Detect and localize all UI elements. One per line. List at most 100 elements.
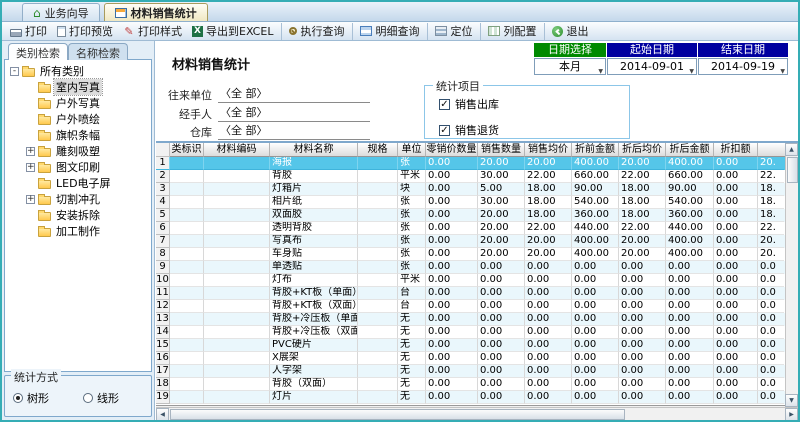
column-header[interactable]: 折后金额: [666, 143, 714, 157]
table-row[interactable]: 8 车身贴 张 0.00 20.00 20.00 400.00 20.00 40…: [156, 248, 798, 261]
table-cell: [204, 378, 270, 391]
table-row[interactable]: 10 灯布 平米 0.00 0.00 0.00 0.00 0.00 0.00: [156, 274, 798, 287]
column-header[interactable]: [156, 143, 170, 157]
scroll-up-icon[interactable]: ▲: [785, 143, 798, 156]
toolbar-button[interactable]: 导出到EXCEL: [187, 23, 282, 40]
table-row[interactable]: 2 背胶 平米 0.00 30.00 22.00 660.00 22.00 66…: [156, 170, 798, 183]
tree-expander-icon[interactable]: [26, 147, 35, 156]
tree-expander-icon[interactable]: [26, 163, 35, 172]
table-cell: [204, 183, 270, 196]
handler-field[interactable]: 〈全 部〉: [218, 104, 370, 122]
table-row[interactable]: 12 背胶+KT板（双面） 台 0.00 0.00 0.00 0.00 0.00…: [156, 300, 798, 313]
horizontal-scroll-thumb[interactable]: [170, 409, 625, 420]
column-header[interactable]: 折前金额: [572, 143, 619, 157]
scroll-right-icon[interactable]: ▶: [785, 408, 798, 420]
column-header[interactable]: 单位: [398, 143, 426, 157]
table-cell: PVC硬片: [270, 339, 358, 352]
tree-item-label: 雕刻吸塑: [54, 143, 102, 159]
start-date-dropdown[interactable]: 2014-09-01 ▼: [607, 58, 697, 75]
table-cell: 0.00: [572, 326, 619, 339]
table-row[interactable]: 5 双面胶 张 0.00 20.00 18.00 360.00 18.00 36…: [156, 209, 798, 222]
stats-mode-radio[interactable]: 线形: [83, 390, 119, 406]
end-date-dropdown[interactable]: 2014-09-19 ▼: [698, 58, 788, 75]
table-row[interactable]: 11 背胶+KT板（单面） 台 0.00 0.00 0.00 0.00 0.00…: [156, 287, 798, 300]
table-cell: 0.00: [426, 300, 478, 313]
tab-business-wizard[interactable]: 业务向导: [22, 3, 100, 21]
tree-item[interactable]: 室内写真: [5, 79, 151, 95]
table-row[interactable]: 14 背胶+冷压板（双面） 无 0.00 0.00 0.00 0.00 0.00…: [156, 326, 798, 339]
table-row[interactable]: 17 人字架 无 0.00 0.00 0.00 0.00 0.00 0.00: [156, 365, 798, 378]
table-row[interactable]: 3 灯箱片 块 0.00 5.00 18.00 90.00 18.00 90.0…: [156, 183, 798, 196]
stat-item-checkbox[interactable]: 销售退货: [439, 122, 629, 138]
row-number-cell: 1: [156, 157, 170, 170]
table-cell: 20.00: [619, 157, 666, 170]
table-row[interactable]: 19 灯片 无 0.00 0.00 0.00 0.00 0.00 0.00: [156, 391, 798, 404]
tree-item[interactable]: 切割冲孔: [5, 191, 151, 207]
tree-expander-icon[interactable]: [10, 67, 19, 76]
tree-item[interactable]: 所有类别: [5, 63, 151, 79]
tree-item[interactable]: LED电子屏: [5, 175, 151, 191]
tree-item[interactable]: 户外写真: [5, 95, 151, 111]
column-header[interactable]: 销售数量: [478, 143, 525, 157]
toolbar-button[interactable]: 退出: [547, 23, 593, 40]
table-row[interactable]: 7 写真布 张 0.00 20.00 20.00 400.00 20.00 40…: [156, 235, 798, 248]
table-cell: [204, 300, 270, 313]
table-row[interactable]: 15 PVC硬片 无 0.00 0.00 0.00 0.00 0.00 0.00: [156, 339, 798, 352]
column-header[interactable]: 零销价数量: [426, 143, 478, 157]
table-cell: [204, 222, 270, 235]
table-cell: 0.00: [619, 313, 666, 326]
table-cell: 20.00: [525, 157, 572, 170]
toolbar-button[interactable]: 定位: [430, 23, 481, 40]
tree-expander-icon[interactable]: [26, 195, 35, 204]
table-cell: 0.00: [572, 391, 619, 404]
column-header[interactable]: 规格: [358, 143, 398, 157]
toolbar-button[interactable]: 打印: [5, 23, 52, 40]
column-header[interactable]: 折扣额: [714, 143, 758, 157]
scroll-down-icon[interactable]: ▼: [785, 394, 798, 407]
tree-item-label: 户外写真: [54, 95, 102, 111]
column-header[interactable]: 材料编码: [204, 143, 270, 157]
toolbar-button[interactable]: 列配置: [483, 23, 545, 40]
horizontal-scrollbar[interactable]: ◀ ▶: [156, 407, 798, 420]
table-cell: 400.00: [666, 235, 714, 248]
tree-item[interactable]: 加工制作: [5, 223, 151, 239]
column-header[interactable]: 折后均价: [619, 143, 666, 157]
tree-item[interactable]: 雕刻吸塑: [5, 143, 151, 159]
table-cell: 平米: [398, 274, 426, 287]
tree-item[interactable]: 户外喷绘: [5, 111, 151, 127]
table-cell: 灯片: [270, 391, 358, 404]
vertical-scrollbar[interactable]: ▲ ▼: [785, 143, 798, 407]
toolbar-button[interactable]: 打印样式: [118, 23, 187, 40]
tree-item[interactable]: 旗帜条幅: [5, 127, 151, 143]
tab-material-sales-stats[interactable]: 材料销售统计: [104, 3, 208, 21]
tab-category-search[interactable]: 类别检索: [8, 43, 68, 60]
column-header[interactable]: 销售均价: [525, 143, 572, 157]
table-row[interactable]: 1 海报 张 0.00 20.00 20.00 400.00 20.00 400…: [156, 157, 798, 170]
stat-item-checkbox[interactable]: 销售出库: [439, 96, 629, 112]
warehouse-field[interactable]: 〈全 部〉: [218, 122, 370, 140]
column-header[interactable]: 材料名称: [270, 143, 358, 157]
toolbar-button[interactable]: 执行查询: [284, 23, 353, 40]
column-header[interactable]: 类标识: [170, 143, 204, 157]
tree-item[interactable]: 安装拆除: [5, 207, 151, 223]
toolbar-button[interactable]: 打印预览: [52, 23, 118, 40]
table-row[interactable]: 9 单透贴 张 0.00 0.00 0.00 0.00 0.00 0.00: [156, 261, 798, 274]
table-row[interactable]: 13 背胶+冷压板（单面） 无 0.00 0.00 0.00 0.00 0.00…: [156, 313, 798, 326]
table-cell: 400.00: [572, 248, 619, 261]
vertical-scroll-thumb[interactable]: [787, 157, 798, 183]
stats-mode-radio[interactable]: 树形: [13, 390, 49, 406]
table-row[interactable]: 18 背胶（双面） 无 0.00 0.00 0.00 0.00 0.00 0.0…: [156, 378, 798, 391]
date-range-dropdown[interactable]: 本月 ▼: [534, 58, 606, 75]
table-cell: 0.00: [525, 391, 572, 404]
table-row[interactable]: 16 X展架 无 0.00 0.00 0.00 0.00 0.00 0.00: [156, 352, 798, 365]
tab-label: 业务向导: [45, 5, 89, 21]
tab-name-search[interactable]: 名称检索: [68, 43, 128, 60]
toolbar-button[interactable]: 明细查询: [355, 23, 428, 40]
tree-item[interactable]: 图文印刷: [5, 159, 151, 175]
home-icon: [33, 7, 41, 19]
table-row[interactable]: 6 透明背胶 张 0.00 20.00 22.00 440.00 22.00 4…: [156, 222, 798, 235]
scroll-left-icon[interactable]: ◀: [156, 408, 169, 420]
table-row[interactable]: 4 相片纸 张 0.00 30.00 18.00 540.00 18.00 54…: [156, 196, 798, 209]
document-tabstrip: 业务向导 材料销售统计: [2, 2, 798, 22]
counterparty-field[interactable]: 〈全 部〉: [218, 85, 370, 103]
